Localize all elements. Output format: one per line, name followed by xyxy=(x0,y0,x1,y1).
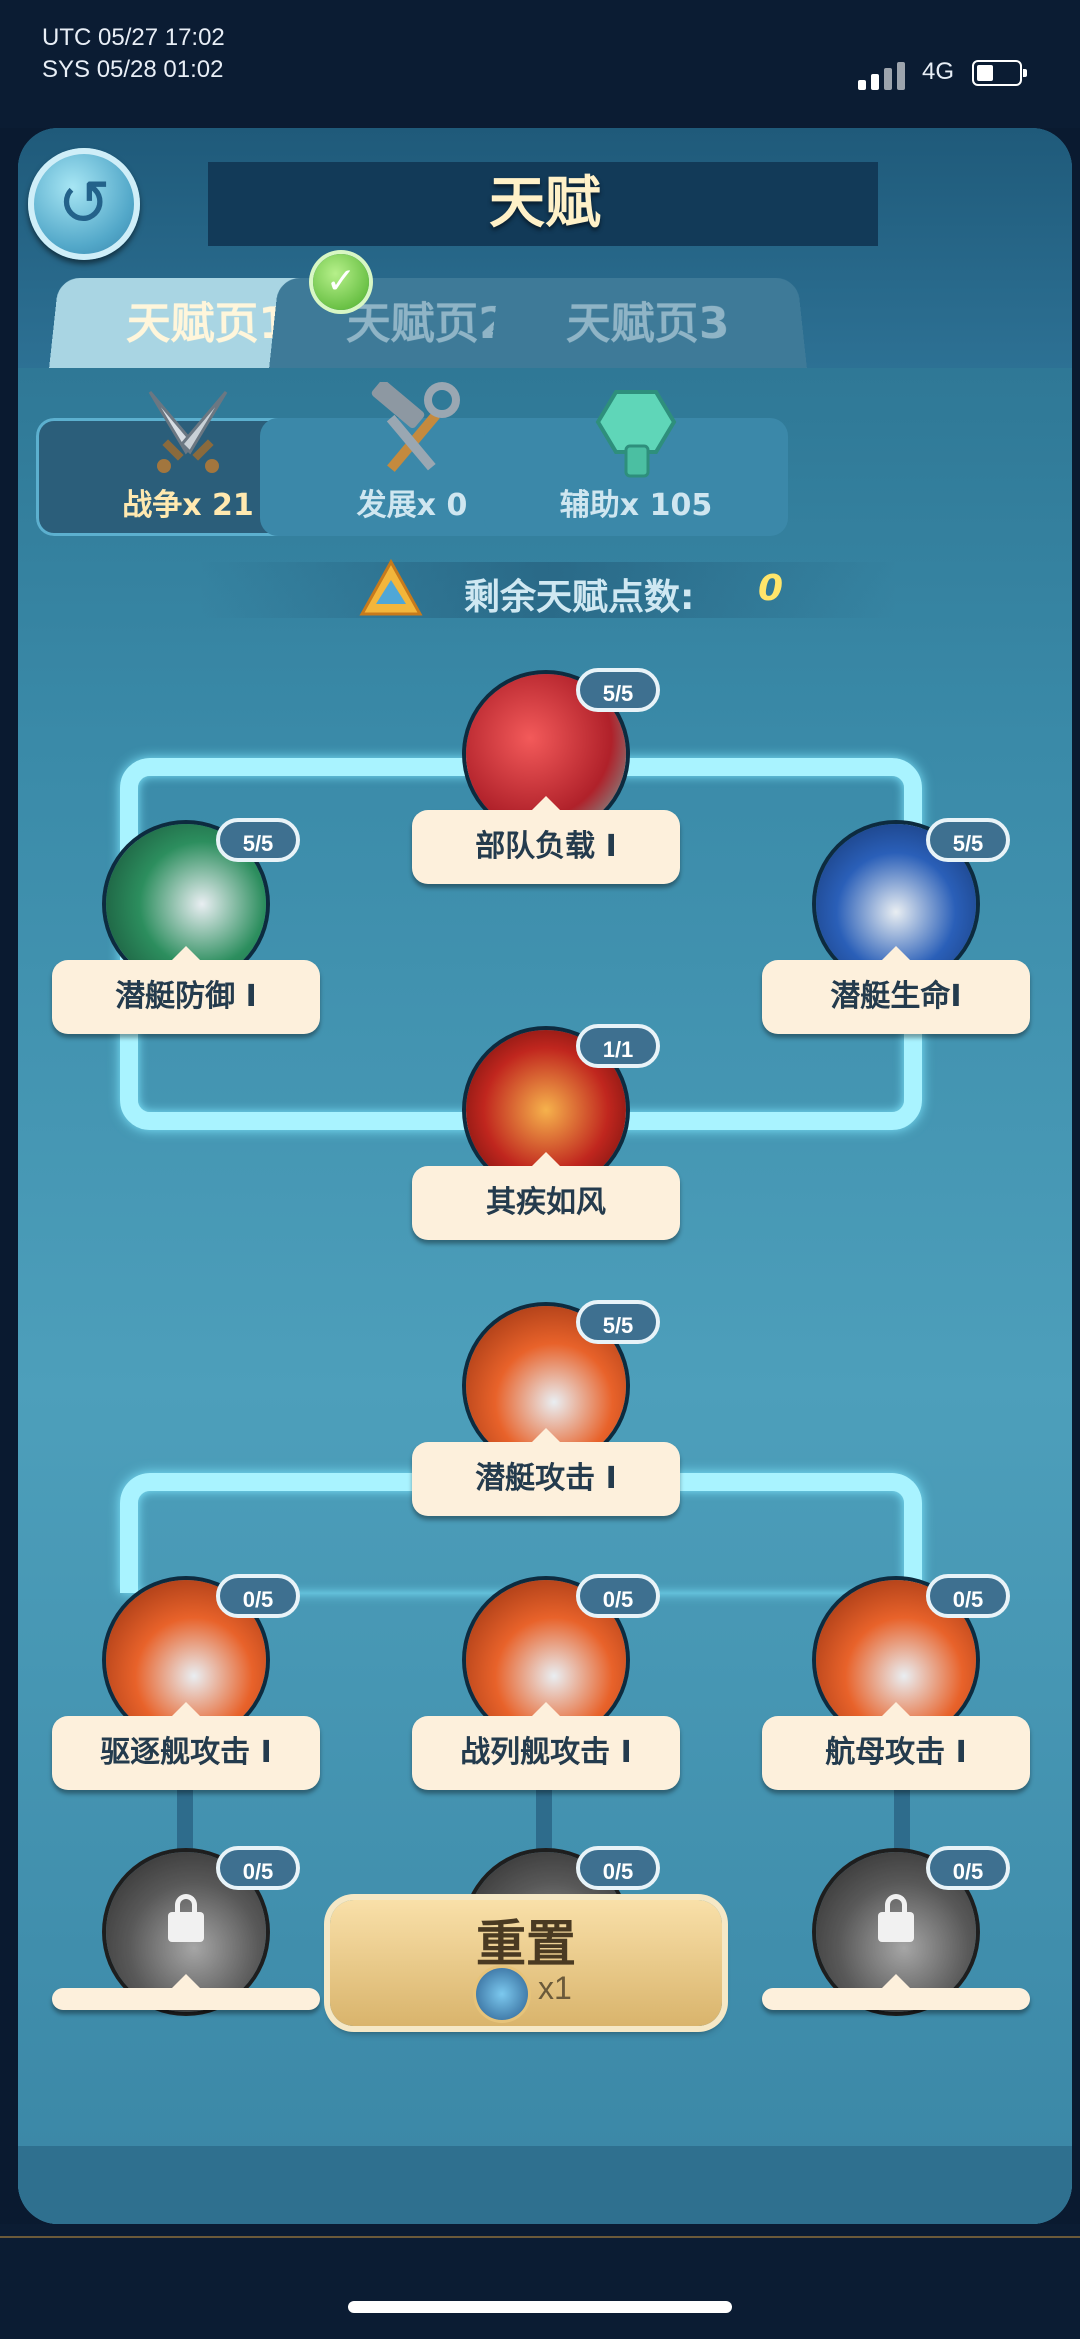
lock-icon xyxy=(168,1894,204,1942)
signal-icon xyxy=(858,60,908,90)
node-label: 潜艇生命I xyxy=(762,946,1030,1034)
node-label: 航母攻击 I xyxy=(762,1702,1030,1790)
talent-node-battleship-attack[interactable]: 0/5 战列舰攻击 I xyxy=(412,1574,680,1790)
home-indicator[interactable] xyxy=(348,2301,732,2313)
node-label xyxy=(762,1974,1030,2010)
node-label: 其疾如风 xyxy=(412,1152,680,1240)
category-support[interactable]: 辅助x 105 xyxy=(484,390,788,536)
talent-node-locked[interactable]: 0/5 xyxy=(52,1846,320,2012)
talent-node-sub-attack[interactable]: 5/5 潜艇攻击 I xyxy=(412,1300,680,1516)
level-badge: 0/5 xyxy=(216,1846,300,1890)
remaining-points: 剩余天赋点数: 0 xyxy=(198,558,898,618)
back-arrow-icon: ↺ xyxy=(57,167,111,241)
level-badge: 0/5 xyxy=(926,1574,1010,1618)
level-badge: 1/1 xyxy=(576,1024,660,1068)
node-label: 战列舰攻击 I xyxy=(412,1702,680,1790)
level-badge: 0/5 xyxy=(926,1846,1010,1890)
back-button[interactable]: ↺ xyxy=(28,148,140,260)
talent-node-carrier-attack[interactable]: 0/5 航母攻击 I xyxy=(762,1574,1030,1790)
utc-time: UTC 05/27 17:02 xyxy=(42,24,225,51)
level-badge: 0/5 xyxy=(576,1846,660,1890)
node-label: 潜艇攻击 I xyxy=(412,1428,680,1516)
reset-button[interactable]: 重置 x1 xyxy=(330,1900,722,2026)
hammer-wrench-icon xyxy=(371,382,460,472)
level-badge: 0/5 xyxy=(576,1574,660,1618)
level-badge: 0/5 xyxy=(216,1574,300,1618)
reset-count: x1 xyxy=(538,1970,572,2006)
talent-node-locked[interactable]: 0/5 xyxy=(762,1846,1030,2012)
bolt-icon xyxy=(595,390,677,478)
tab-talent-page-3[interactable]: 天赋页3 xyxy=(488,277,808,372)
remaining-label: 剩余天赋点数: xyxy=(464,577,695,618)
category-label: 辅助x 105 xyxy=(559,488,713,523)
talent-point-icon xyxy=(359,558,423,616)
check-icon: ✓ xyxy=(313,254,369,310)
node-label: 部队负载 I xyxy=(412,796,680,884)
level-badge: 5/5 xyxy=(576,668,660,712)
crossed-swords-icon xyxy=(148,391,228,473)
talent-node-destroyer-attack[interactable]: 0/5 驱逐舰攻击 I xyxy=(52,1574,320,1790)
bottom-bar xyxy=(0,2224,1080,2339)
reset-token-icon xyxy=(476,1968,528,2020)
talent-node-swift-wind[interactable]: 1/1 其疾如风 xyxy=(412,1024,680,1240)
lock-icon xyxy=(878,1894,914,1942)
node-label: 潜艇防御 I xyxy=(52,946,320,1034)
sys-time: SYS 05/28 01:02 xyxy=(42,56,224,83)
status-bar: UTC 05/27 17:02 SYS 05/28 01:02 4G xyxy=(0,0,1080,128)
remaining-value: 0 xyxy=(758,568,784,609)
network-type: 4G xyxy=(922,58,955,85)
level-badge: 5/5 xyxy=(216,818,300,862)
node-label xyxy=(52,1974,320,2010)
talent-node-sub-defense[interactable]: 5/5 潜艇防御 I xyxy=(52,818,320,1034)
battery-icon xyxy=(972,60,1027,86)
scroll-cutoff xyxy=(18,2146,1072,2224)
talent-node-troop-load[interactable]: 5/5 部队负载 I xyxy=(412,668,680,884)
level-badge: 5/5 xyxy=(576,1300,660,1344)
level-badge: 5/5 xyxy=(926,818,1010,862)
talent-node-sub-life[interactable]: 5/5 潜艇生命I xyxy=(762,818,1030,1034)
page-title: 天赋 xyxy=(489,171,601,236)
reset-label: 重置 xyxy=(476,1915,576,1973)
node-label: 驱逐舰攻击 I xyxy=(52,1702,320,1790)
